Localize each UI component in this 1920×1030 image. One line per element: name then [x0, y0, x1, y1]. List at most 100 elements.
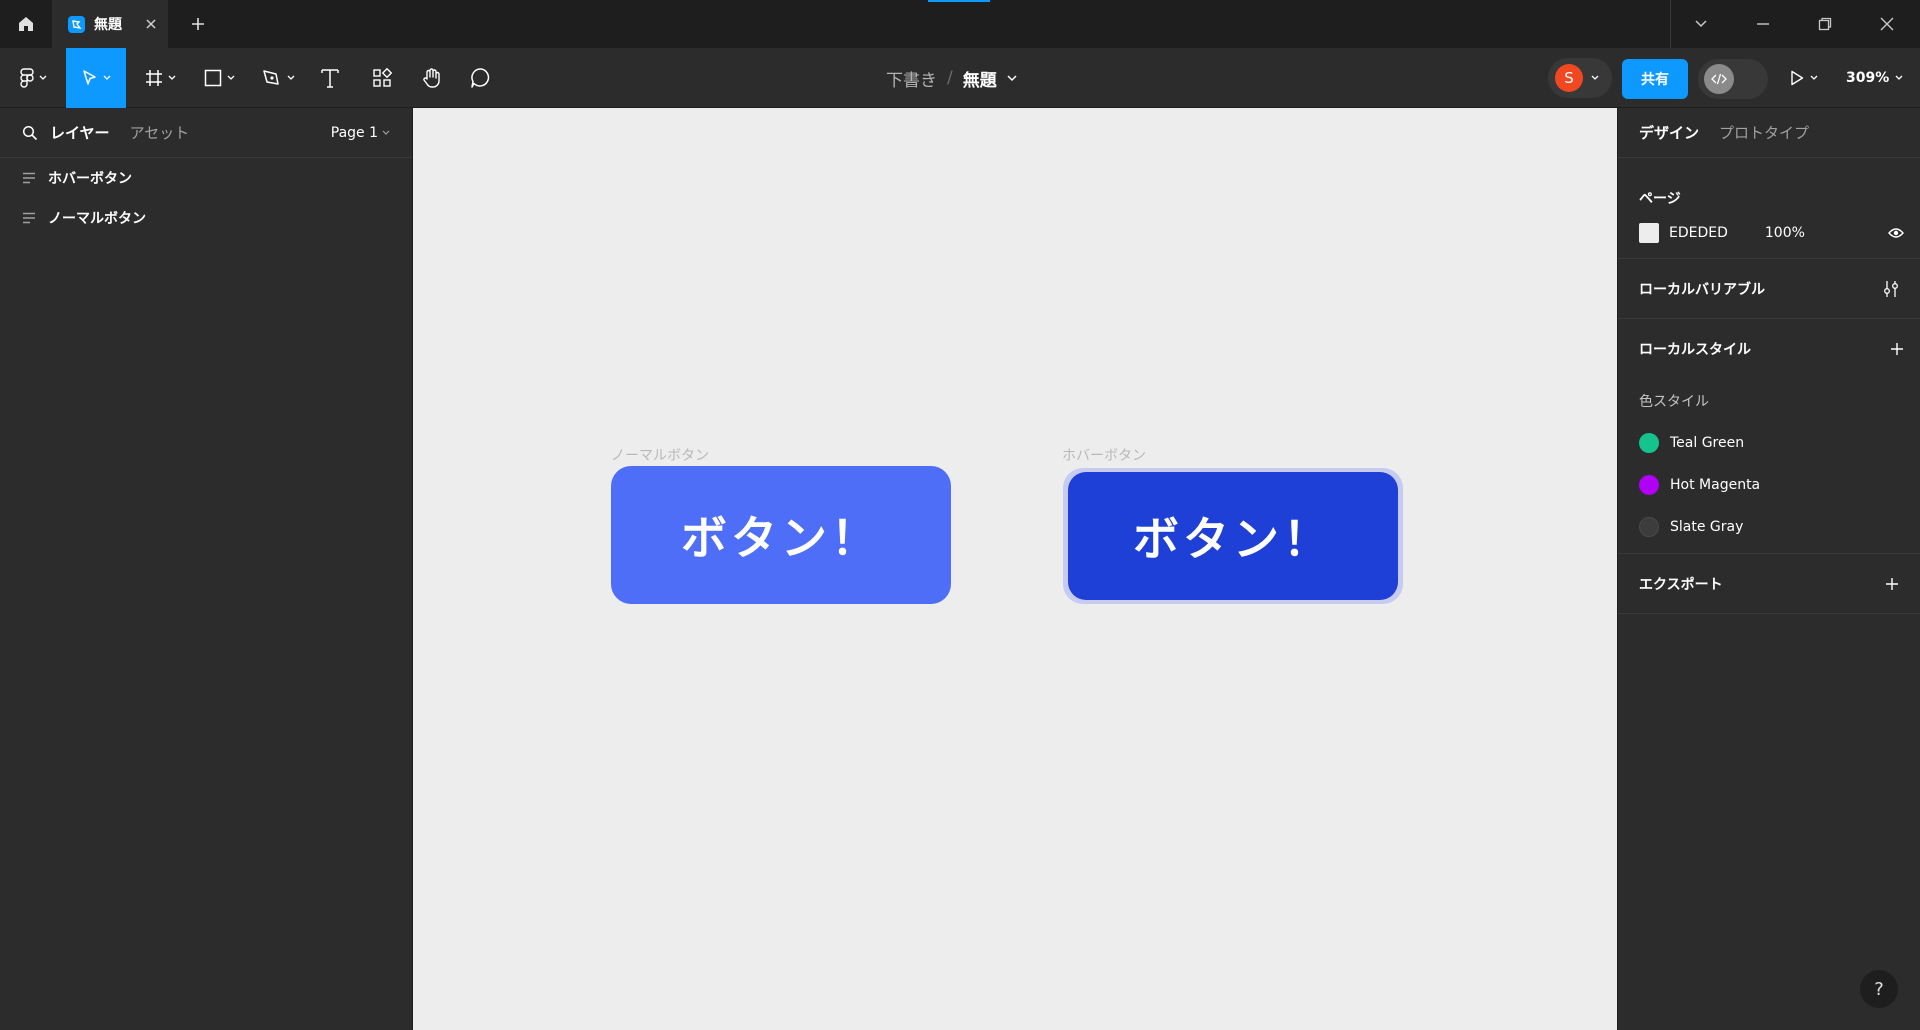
pen-icon	[262, 69, 282, 87]
text-layer-icon	[22, 172, 36, 184]
page-fill-row: EDEDED 100%	[1639, 218, 1904, 248]
local-styles-title: ローカルスタイル	[1639, 342, 1751, 358]
breadcrumb-separator: /	[947, 68, 953, 88]
help-button[interactable]: ?	[1860, 970, 1898, 1008]
add-export-plus-icon[interactable]	[1885, 577, 1899, 591]
close-icon	[1880, 17, 1894, 31]
chevron-down-icon	[1591, 75, 1599, 81]
play-icon	[1790, 70, 1804, 86]
page-color-hex[interactable]: EDEDED	[1669, 225, 1728, 241]
properties-tabs: デザイン プロトタイプ	[1618, 108, 1920, 158]
comment-tool[interactable]	[462, 48, 500, 108]
hover-button-frame[interactable]: ボタン！	[1068, 472, 1398, 600]
move-tool[interactable]	[66, 48, 126, 108]
close-window-button[interactable]	[1856, 0, 1918, 48]
frame-label-normal[interactable]: ノーマルボタン	[611, 445, 709, 465]
canvas[interactable]: ノーマルボタン ボタン！ ホバーボタン ボタン！	[414, 108, 1617, 1030]
chevron-down-icon	[382, 130, 390, 136]
minimize-icon	[1756, 23, 1770, 25]
layers-panel-header: レイヤー アセット Page 1	[0, 108, 412, 158]
hand-tool[interactable]	[414, 48, 450, 108]
color-style-name: Hot Magenta	[1670, 477, 1761, 493]
chevron-down-icon	[103, 75, 111, 81]
tabs-dropdown-button[interactable]	[1670, 0, 1732, 48]
home-button[interactable]	[0, 0, 52, 48]
search-icon[interactable]	[22, 125, 38, 141]
color-style-swatch	[1639, 433, 1659, 453]
page-selector[interactable]: Page 1	[331, 108, 390, 158]
file-tab[interactable]: 無題	[52, 0, 168, 48]
chevron-down-icon	[1694, 19, 1708, 29]
dev-mode-toggle[interactable]	[1698, 59, 1768, 99]
color-style-item[interactable]: Hot Magenta	[1639, 473, 1760, 497]
page-opacity[interactable]: 100%	[1765, 225, 1805, 241]
rectangle-icon	[204, 69, 222, 87]
share-button[interactable]: 共有	[1622, 59, 1688, 99]
title-bar: 無題	[0, 0, 1920, 48]
main-menu-button[interactable]	[10, 48, 56, 108]
page-selector-label: Page 1	[330, 125, 378, 141]
home-icon	[17, 15, 35, 33]
chevron-down-icon	[1895, 75, 1903, 81]
text-layer-icon	[22, 212, 36, 224]
normal-button-text: ボタン！	[681, 511, 881, 565]
tab-design[interactable]: デザイン	[1639, 122, 1699, 143]
layer-name: ノーマルボタン	[48, 211, 146, 227]
restore-button[interactable]	[1794, 0, 1856, 48]
chevron-down-icon[interactable]	[1007, 74, 1017, 82]
zoom-level: 309%	[1846, 70, 1890, 86]
breadcrumb-drafts-link[interactable]: 下書き	[886, 66, 937, 91]
text-icon	[321, 68, 339, 88]
tab-assets[interactable]: アセット	[130, 122, 190, 143]
pen-tool[interactable]	[254, 48, 302, 108]
text-tool[interactable]	[312, 48, 348, 108]
frame-tool[interactable]	[136, 48, 184, 108]
tab-prototype[interactable]: プロトタイプ	[1719, 122, 1809, 143]
eye-icon[interactable]	[1888, 227, 1904, 239]
export-title: エクスポート	[1639, 576, 1723, 593]
layer-row-hover-button[interactable]: ホバーボタン	[0, 158, 412, 198]
color-styles-label: 色スタイル	[1639, 394, 1709, 410]
local-variables-title[interactable]: ローカルバリアブル	[1639, 279, 1765, 299]
comment-icon	[470, 67, 492, 89]
components-icon	[372, 68, 392, 88]
breadcrumb: 下書き / 無題	[886, 48, 1017, 108]
local-variables-section: ローカルバリアブル	[1618, 259, 1920, 319]
tab-layers[interactable]: レイヤー	[50, 122, 110, 143]
breadcrumb-file-name[interactable]: 無題	[963, 66, 997, 91]
color-style-swatch	[1639, 517, 1659, 537]
plus-icon	[191, 17, 205, 31]
avatar[interactable]: S	[1555, 64, 1583, 92]
frame-label-hover[interactable]: ホバーボタン	[1062, 445, 1146, 465]
local-styles-header: ローカルスタイル	[1639, 319, 1904, 379]
minimize-button[interactable]	[1732, 0, 1794, 48]
sync-indicator	[928, 0, 990, 2]
multiplayer-avatars[interactable]: S	[1548, 58, 1612, 98]
resources-tool[interactable]	[364, 48, 400, 108]
shape-tool[interactable]	[194, 48, 244, 108]
chevron-down-icon	[227, 75, 235, 81]
chevron-down-icon	[39, 75, 47, 81]
present-button[interactable]	[1790, 48, 1818, 108]
design-file-icon	[68, 15, 85, 33]
chevron-down-icon	[168, 75, 176, 81]
normal-button-frame[interactable]: ボタン！	[611, 466, 951, 604]
layer-name: ホバーボタン	[48, 171, 132, 187]
color-style-swatch	[1639, 475, 1659, 495]
layers-panel: レイヤー アセット Page 1 ホバーボタン ノーマルボタン	[0, 108, 413, 1030]
color-style-item[interactable]: Slate Gray	[1639, 515, 1743, 539]
color-style-item[interactable]: Teal Green	[1639, 431, 1744, 455]
code-icon	[1704, 64, 1734, 94]
close-tab-icon[interactable]	[145, 18, 157, 30]
new-tab-button[interactable]	[178, 0, 218, 48]
chevron-down-icon	[1810, 75, 1818, 81]
add-style-plus-icon[interactable]	[1890, 342, 1904, 356]
color-style-name: Teal Green	[1670, 435, 1745, 451]
page-section-title: ページ	[1639, 191, 1681, 207]
layer-row-normal-button[interactable]: ノーマルボタン	[0, 198, 412, 238]
sliders-icon[interactable]	[1883, 280, 1899, 298]
hand-icon	[421, 67, 443, 89]
page-color-swatch[interactable]	[1639, 223, 1659, 243]
hover-button-text: ボタン！	[1133, 512, 1333, 566]
zoom-menu[interactable]: 309%	[1846, 48, 1903, 108]
